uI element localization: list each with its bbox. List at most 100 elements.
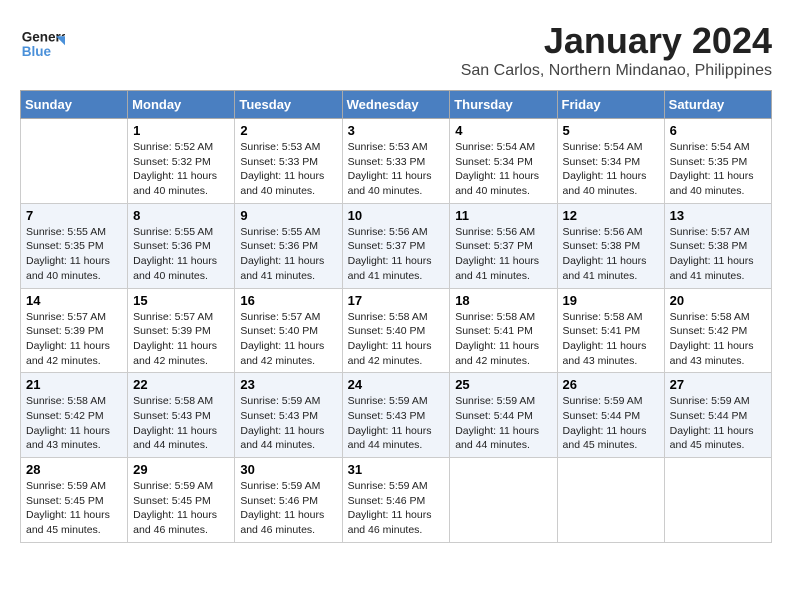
cell-content: Sunrise: 5:53 AM Sunset: 5:33 PM Dayligh… <box>348 140 445 199</box>
cell-content: Sunrise: 5:58 AM Sunset: 5:42 PM Dayligh… <box>670 310 766 369</box>
calendar-cell: 25Sunrise: 5:59 AM Sunset: 5:44 PM Dayli… <box>450 373 557 458</box>
cell-content: Sunrise: 5:53 AM Sunset: 5:33 PM Dayligh… <box>240 140 336 199</box>
svg-text:Blue: Blue <box>22 44 52 59</box>
day-number: 10 <box>348 208 445 223</box>
day-number: 6 <box>670 123 766 138</box>
calendar-week-row: 21 Sunrise: 5:58 AM Sunset: 5:42 PM Dayli… <box>21 373 772 458</box>
calendar-cell: 1Sunrise: 5:52 AM Sunset: 5:32 PM Daylig… <box>128 119 235 204</box>
calendar-cell: 7 Sunrise: 5:55 AM Sunset: 5:35 PM Daylig… <box>21 203 128 288</box>
calendar-week-row: 28 Sunrise: 5:59 AM Sunset: 5:45 PM Dayli… <box>21 458 772 543</box>
day-number: 20 <box>670 293 766 308</box>
column-header-friday: Friday <box>557 91 664 119</box>
day-number: 7 <box>26 208 122 223</box>
day-number: 8 <box>133 208 229 223</box>
cell-content: Sunrise: 5:59 AM Sunset: 5:45 PM Dayligh… <box>26 479 122 538</box>
day-number: 21 <box>26 377 122 392</box>
day-number: 3 <box>348 123 445 138</box>
calendar-cell: 2 Sunrise: 5:53 AM Sunset: 5:33 PM Daylig… <box>235 119 342 204</box>
calendar-cell: 27 Sunrise: 5:59 AM Sunset: 5:44 PM Dayli… <box>664 373 771 458</box>
column-header-monday: Monday <box>128 91 235 119</box>
calendar-cell: 18 Sunrise: 5:58 AM Sunset: 5:41 PM Dayli… <box>450 288 557 373</box>
calendar-cell: 16Sunrise: 5:57 AM Sunset: 5:40 PM Dayli… <box>235 288 342 373</box>
calendar-cell: 30Sunrise: 5:59 AM Sunset: 5:46 PM Dayli… <box>235 458 342 543</box>
calendar-cell: 5 Sunrise: 5:54 AM Sunset: 5:34 PM Daylig… <box>557 119 664 204</box>
cell-content: Sunrise: 5:59 AM Sunset: 5:44 PM Dayligh… <box>670 394 766 453</box>
calendar-cell: 13 Sunrise: 5:57 AM Sunset: 5:38 PM Dayli… <box>664 203 771 288</box>
page-header: General Blue January 2024 San Carlos, No… <box>20 20 772 80</box>
location-subtitle: San Carlos, Northern Mindanao, Philippin… <box>461 62 772 80</box>
calendar-cell: 20 Sunrise: 5:58 AM Sunset: 5:42 PM Dayli… <box>664 288 771 373</box>
day-number: 29 <box>133 462 229 477</box>
cell-content: Sunrise: 5:59 AM Sunset: 5:44 PM Dayligh… <box>455 394 551 453</box>
day-number: 27 <box>670 377 766 392</box>
calendar-header-row: SundayMondayTuesdayWednesdayThursdayFrid… <box>21 91 772 119</box>
day-number: 12 <box>563 208 659 223</box>
cell-content: Sunrise: 5:59 AM Sunset: 5:46 PM Dayligh… <box>348 479 445 538</box>
calendar-table: SundayMondayTuesdayWednesdayThursdayFrid… <box>20 90 772 543</box>
calendar-cell: 4 Sunrise: 5:54 AM Sunset: 5:34 PM Daylig… <box>450 119 557 204</box>
calendar-cell: 17 Sunrise: 5:58 AM Sunset: 5:40 PM Dayli… <box>342 288 450 373</box>
column-header-saturday: Saturday <box>664 91 771 119</box>
calendar-cell: 6Sunrise: 5:54 AM Sunset: 5:35 PM Daylig… <box>664 119 771 204</box>
cell-content: Sunrise: 5:58 AM Sunset: 5:41 PM Dayligh… <box>455 310 551 369</box>
day-number: 5 <box>563 123 659 138</box>
calendar-cell <box>21 119 128 204</box>
calendar-week-row: 1Sunrise: 5:52 AM Sunset: 5:32 PM Daylig… <box>21 119 772 204</box>
day-number: 13 <box>670 208 766 223</box>
day-number: 19 <box>563 293 659 308</box>
day-number: 15 <box>133 293 229 308</box>
day-number: 30 <box>240 462 336 477</box>
column-header-wednesday: Wednesday <box>342 91 450 119</box>
cell-content: Sunrise: 5:54 AM Sunset: 5:34 PM Dayligh… <box>455 140 551 199</box>
day-number: 14 <box>26 293 122 308</box>
calendar-cell: 24 Sunrise: 5:59 AM Sunset: 5:43 PM Dayli… <box>342 373 450 458</box>
day-number: 22 <box>133 377 229 392</box>
calendar-cell: 8 Sunrise: 5:55 AM Sunset: 5:36 PM Daylig… <box>128 203 235 288</box>
calendar-cell: 22Sunrise: 5:58 AM Sunset: 5:43 PM Dayli… <box>128 373 235 458</box>
cell-content: Sunrise: 5:56 AM Sunset: 5:37 PM Dayligh… <box>455 225 551 284</box>
cell-content: Sunrise: 5:55 AM Sunset: 5:35 PM Dayligh… <box>26 225 122 284</box>
cell-content: Sunrise: 5:54 AM Sunset: 5:34 PM Dayligh… <box>563 140 659 199</box>
calendar-cell: 31 Sunrise: 5:59 AM Sunset: 5:46 PM Dayli… <box>342 458 450 543</box>
calendar-cell <box>450 458 557 543</box>
day-number: 31 <box>348 462 445 477</box>
calendar-cell: 14 Sunrise: 5:57 AM Sunset: 5:39 PM Dayli… <box>21 288 128 373</box>
logo: General Blue <box>20 20 69 65</box>
cell-content: Sunrise: 5:58 AM Sunset: 5:42 PM Dayligh… <box>26 394 122 453</box>
cell-content: Sunrise: 5:58 AM Sunset: 5:40 PM Dayligh… <box>348 310 445 369</box>
calendar-cell: 15 Sunrise: 5:57 AM Sunset: 5:39 PM Dayli… <box>128 288 235 373</box>
calendar-cell: 12 Sunrise: 5:56 AM Sunset: 5:38 PM Dayli… <box>557 203 664 288</box>
column-header-tuesday: Tuesday <box>235 91 342 119</box>
column-header-sunday: Sunday <box>21 91 128 119</box>
cell-content: Sunrise: 5:59 AM Sunset: 5:43 PM Dayligh… <box>348 394 445 453</box>
calendar-cell: 9Sunrise: 5:55 AM Sunset: 5:36 PM Daylig… <box>235 203 342 288</box>
calendar-cell: 11Sunrise: 5:56 AM Sunset: 5:37 PM Dayli… <box>450 203 557 288</box>
calendar-cell: 28 Sunrise: 5:59 AM Sunset: 5:45 PM Dayli… <box>21 458 128 543</box>
calendar-cell <box>557 458 664 543</box>
day-number: 28 <box>26 462 122 477</box>
logo-icon: General Blue <box>20 20 65 65</box>
cell-content: Sunrise: 5:57 AM Sunset: 5:39 PM Dayligh… <box>133 310 229 369</box>
cell-content: Sunrise: 5:55 AM Sunset: 5:36 PM Dayligh… <box>133 225 229 284</box>
cell-content: Sunrise: 5:52 AM Sunset: 5:32 PM Dayligh… <box>133 140 229 199</box>
cell-content: Sunrise: 5:56 AM Sunset: 5:38 PM Dayligh… <box>563 225 659 284</box>
title-block: January 2024 San Carlos, Northern Mindan… <box>461 20 772 80</box>
calendar-week-row: 7 Sunrise: 5:55 AM Sunset: 5:35 PM Daylig… <box>21 203 772 288</box>
day-number: 24 <box>348 377 445 392</box>
cell-content: Sunrise: 5:58 AM Sunset: 5:41 PM Dayligh… <box>563 310 659 369</box>
cell-content: Sunrise: 5:57 AM Sunset: 5:39 PM Dayligh… <box>26 310 122 369</box>
calendar-cell: 21 Sunrise: 5:58 AM Sunset: 5:42 PM Dayli… <box>21 373 128 458</box>
calendar-cell <box>664 458 771 543</box>
day-number: 9 <box>240 208 336 223</box>
day-number: 2 <box>240 123 336 138</box>
calendar-cell: 23Sunrise: 5:59 AM Sunset: 5:43 PM Dayli… <box>235 373 342 458</box>
day-number: 17 <box>348 293 445 308</box>
calendar-cell: 3 Sunrise: 5:53 AM Sunset: 5:33 PM Daylig… <box>342 119 450 204</box>
cell-content: Sunrise: 5:59 AM Sunset: 5:43 PM Dayligh… <box>240 394 336 453</box>
calendar-cell: 19 Sunrise: 5:58 AM Sunset: 5:41 PM Dayli… <box>557 288 664 373</box>
calendar-cell: 26Sunrise: 5:59 AM Sunset: 5:44 PM Dayli… <box>557 373 664 458</box>
calendar-week-row: 14 Sunrise: 5:57 AM Sunset: 5:39 PM Dayli… <box>21 288 772 373</box>
day-number: 18 <box>455 293 551 308</box>
day-number: 4 <box>455 123 551 138</box>
cell-content: Sunrise: 5:57 AM Sunset: 5:38 PM Dayligh… <box>670 225 766 284</box>
